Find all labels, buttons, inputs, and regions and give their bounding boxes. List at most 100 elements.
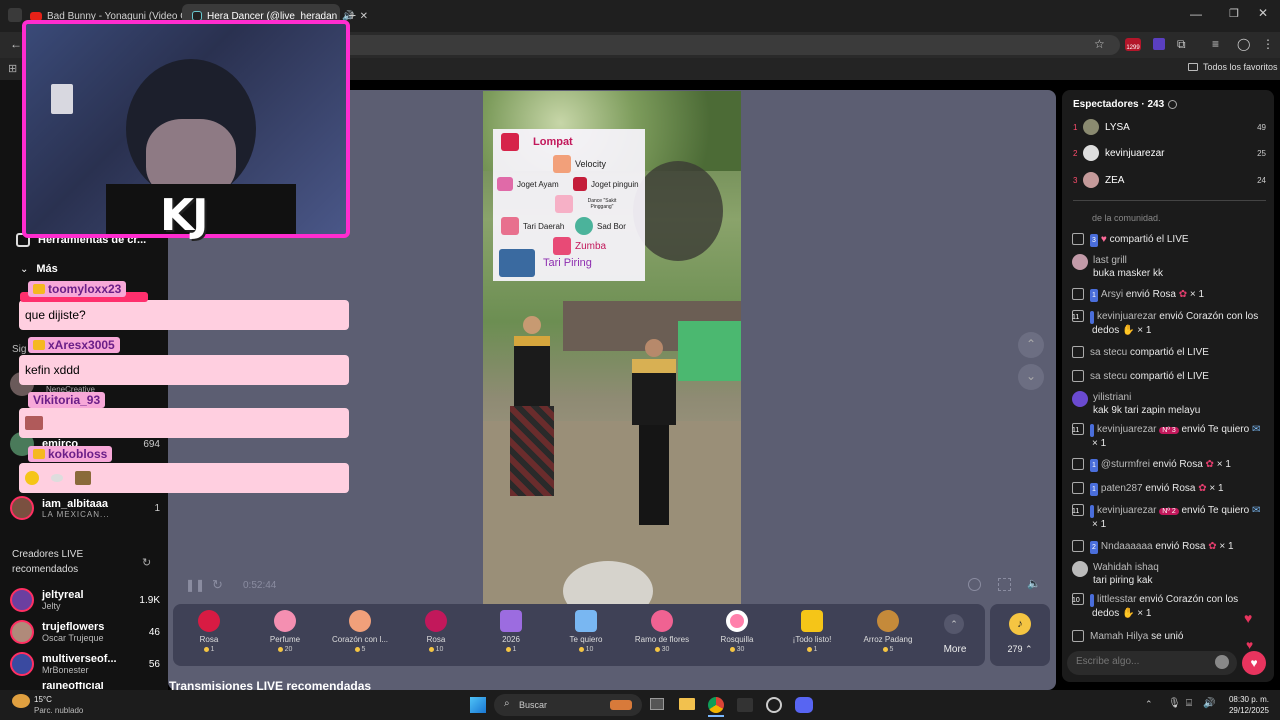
discord-icon[interactable] (795, 697, 813, 713)
weather-temp[interactable]: 15°C (34, 695, 52, 704)
chat-username[interactable]: last grill (1093, 254, 1163, 267)
chat-username[interactable]: kevinjuarezar (1097, 424, 1156, 435)
menu-item: Joget Ayam (497, 177, 559, 191)
previous-live-button[interactable]: ⌃ (1018, 332, 1044, 358)
perfume-icon (555, 195, 573, 213)
refresh-icon[interactable]: ↻ (212, 577, 223, 593)
chat-username[interactable]: kevinjuarezar (1097, 311, 1156, 322)
chat-username[interactable]: littlesstar (1097, 594, 1136, 605)
file-explorer-icon[interactable] (679, 698, 695, 710)
settings-icon[interactable] (968, 578, 981, 591)
recommended-item[interactable]: multiverseof... MrBonester 56 (10, 652, 160, 676)
top-viewer-row[interactable]: 2 kevinjuarezar 25 (1073, 145, 1266, 161)
nav-more[interactable]: ⌄ Más (20, 263, 58, 275)
back-icon[interactable]: ← (10, 37, 22, 51)
recommended-item[interactable]: raineofficial (10, 682, 160, 690)
clock-time[interactable]: 08:30 p. m. (1225, 695, 1269, 704)
following-heading: Sig (12, 344, 27, 355)
like-button[interactable]: ♥ (1242, 651, 1266, 675)
chat-username[interactable]: Mamah Hilya (1090, 631, 1148, 642)
chevron-up-icon[interactable]: ⌃ (1145, 699, 1153, 710)
chat-username[interactable]: Nndaaaaaa (1101, 541, 1153, 552)
refresh-icon[interactable]: ↻ (142, 556, 151, 569)
chat-input[interactable] (1067, 651, 1237, 675)
live-video[interactable]: Lompat Velocity Joget Ayam Joget pinguin… (483, 91, 741, 605)
maximize-button[interactable]: ❐ (1229, 7, 1239, 20)
menu-icon[interactable]: ⋮ (1262, 37, 1274, 51)
gift-item[interactable]: Te quiero 10 (550, 610, 622, 653)
gift-item[interactable]: Corazón con l... 5 (324, 610, 396, 653)
chat-text: compartió el LIVE (1109, 234, 1189, 245)
next-live-button[interactable]: ⌄ (1018, 364, 1044, 390)
chat-username[interactable]: Arsyi (1101, 289, 1123, 300)
info-icon[interactable] (1168, 100, 1178, 109)
level-badge: 10 (1072, 594, 1094, 607)
menu-item: Tari Piring (499, 249, 592, 277)
rank: 3 (1073, 175, 1078, 185)
gift-item[interactable]: Rosa 10 (400, 610, 472, 653)
weather-desc[interactable]: Parc. nublado (34, 706, 83, 715)
profile-icon[interactable]: ◯ (1237, 37, 1250, 51)
gift-item[interactable]: 2026 1 (475, 610, 547, 653)
minimize-button[interactable]: — (1190, 7, 1202, 21)
gift-item[interactable]: Rosquilla 30 (701, 610, 773, 653)
fullscreen-icon[interactable] (998, 578, 1011, 591)
star-icon[interactable]: ☆ (1094, 37, 1105, 51)
chat-username[interactable]: sa stecu (1090, 347, 1127, 358)
level-badge: 11 (1072, 505, 1094, 518)
url-field[interactable] (340, 35, 1120, 55)
tab-search-icon[interactable] (8, 8, 22, 22)
clock-date[interactable]: 29/12/2025 (1225, 706, 1269, 715)
tiktok-live-studio-icon[interactable] (737, 698, 753, 712)
chrome-icon[interactable] (708, 697, 724, 713)
extension-icon[interactable]: 1299 (1125, 38, 1141, 51)
emoji-icon[interactable] (1215, 655, 1229, 669)
obs-icon[interactable] (766, 697, 782, 713)
chat-username[interactable]: Wahidah ishaq (1093, 561, 1159, 574)
chat-username[interactable]: yilistriani (1093, 391, 1200, 404)
chat-input-field[interactable] (1076, 656, 1206, 667)
puzzle-icon[interactable]: ⧉ (1177, 37, 1186, 52)
all-bookmarks[interactable]: Todos los favoritos (1188, 62, 1278, 72)
chat-username[interactable]: kevinjuarezar (1097, 505, 1156, 516)
dance-menu: Lompat Velocity Joget Ayam Joget pinguin… (493, 129, 645, 281)
viewer-score: 49 (1257, 122, 1266, 132)
top-viewer-row[interactable]: 1 LYSA 49 (1073, 119, 1266, 135)
window-close-button[interactable]: ✕ (1258, 6, 1268, 20)
windows-start-icon[interactable] (470, 697, 486, 713)
chat-username[interactable]: @sturmfrei (1101, 459, 1150, 470)
followed-item[interactable]: iam_albitaaa LA MEXICAN... 1 (10, 496, 160, 520)
menu-label: Velocity (575, 159, 607, 169)
network-icon[interactable]: ⌸ (1186, 698, 1192, 709)
gift-item[interactable]: Arroz Padang 5 (852, 610, 924, 653)
viewer-count: 694 (143, 438, 160, 450)
viewers-header[interactable]: Espectadores · 243 (1073, 99, 1178, 110)
2026-icon (500, 610, 522, 632)
twitch-extension-icon[interactable] (1153, 38, 1165, 50)
more-gifts-button[interactable]: More (935, 644, 975, 655)
taskbar-search[interactable]: ⌕ Buscar (494, 694, 642, 716)
volume-icon[interactable]: 🔊 (1203, 698, 1215, 709)
chat-username[interactable]: paten287 (1101, 483, 1143, 494)
weather-icon[interactable] (12, 694, 30, 708)
chevron-up-icon[interactable]: ⌃ (944, 614, 964, 634)
gift-item[interactable]: Ramo de flores 30 (626, 610, 698, 653)
rose-icon (198, 610, 220, 632)
microphone-icon[interactable]: 🎙 (1168, 698, 1181, 709)
pause-icon[interactable]: ❚❚ (185, 578, 205, 592)
volume-icon[interactable]: 🔈 (1027, 577, 1041, 590)
new-tab-button[interactable]: + (348, 7, 356, 23)
close-icon[interactable]: ✕ (360, 11, 368, 22)
media-icon[interactable]: ≡ (1212, 37, 1219, 51)
gift-item[interactable]: Perfume 20 (249, 610, 321, 653)
apps-icon[interactable]: ⊞ (8, 62, 17, 75)
gift-item[interactable]: Rosa 1 (173, 610, 245, 653)
recommended-item[interactable]: jeltyreal Jelty 1.9K (10, 588, 160, 612)
gift-item[interactable]: ¡Todo listo! 1 (776, 610, 848, 653)
top-viewer-row[interactable]: 3 ZEA 24 (1073, 172, 1266, 188)
chat-username[interactable]: sa stecu (1090, 371, 1127, 382)
viewer-score: 24 (1257, 175, 1266, 185)
recommended-item[interactable]: trujeflowers Oscar Trujeque 46 (10, 620, 160, 644)
task-view-icon[interactable] (650, 698, 664, 710)
menu-label: Dance "Sakit Pinggang" (587, 198, 617, 210)
